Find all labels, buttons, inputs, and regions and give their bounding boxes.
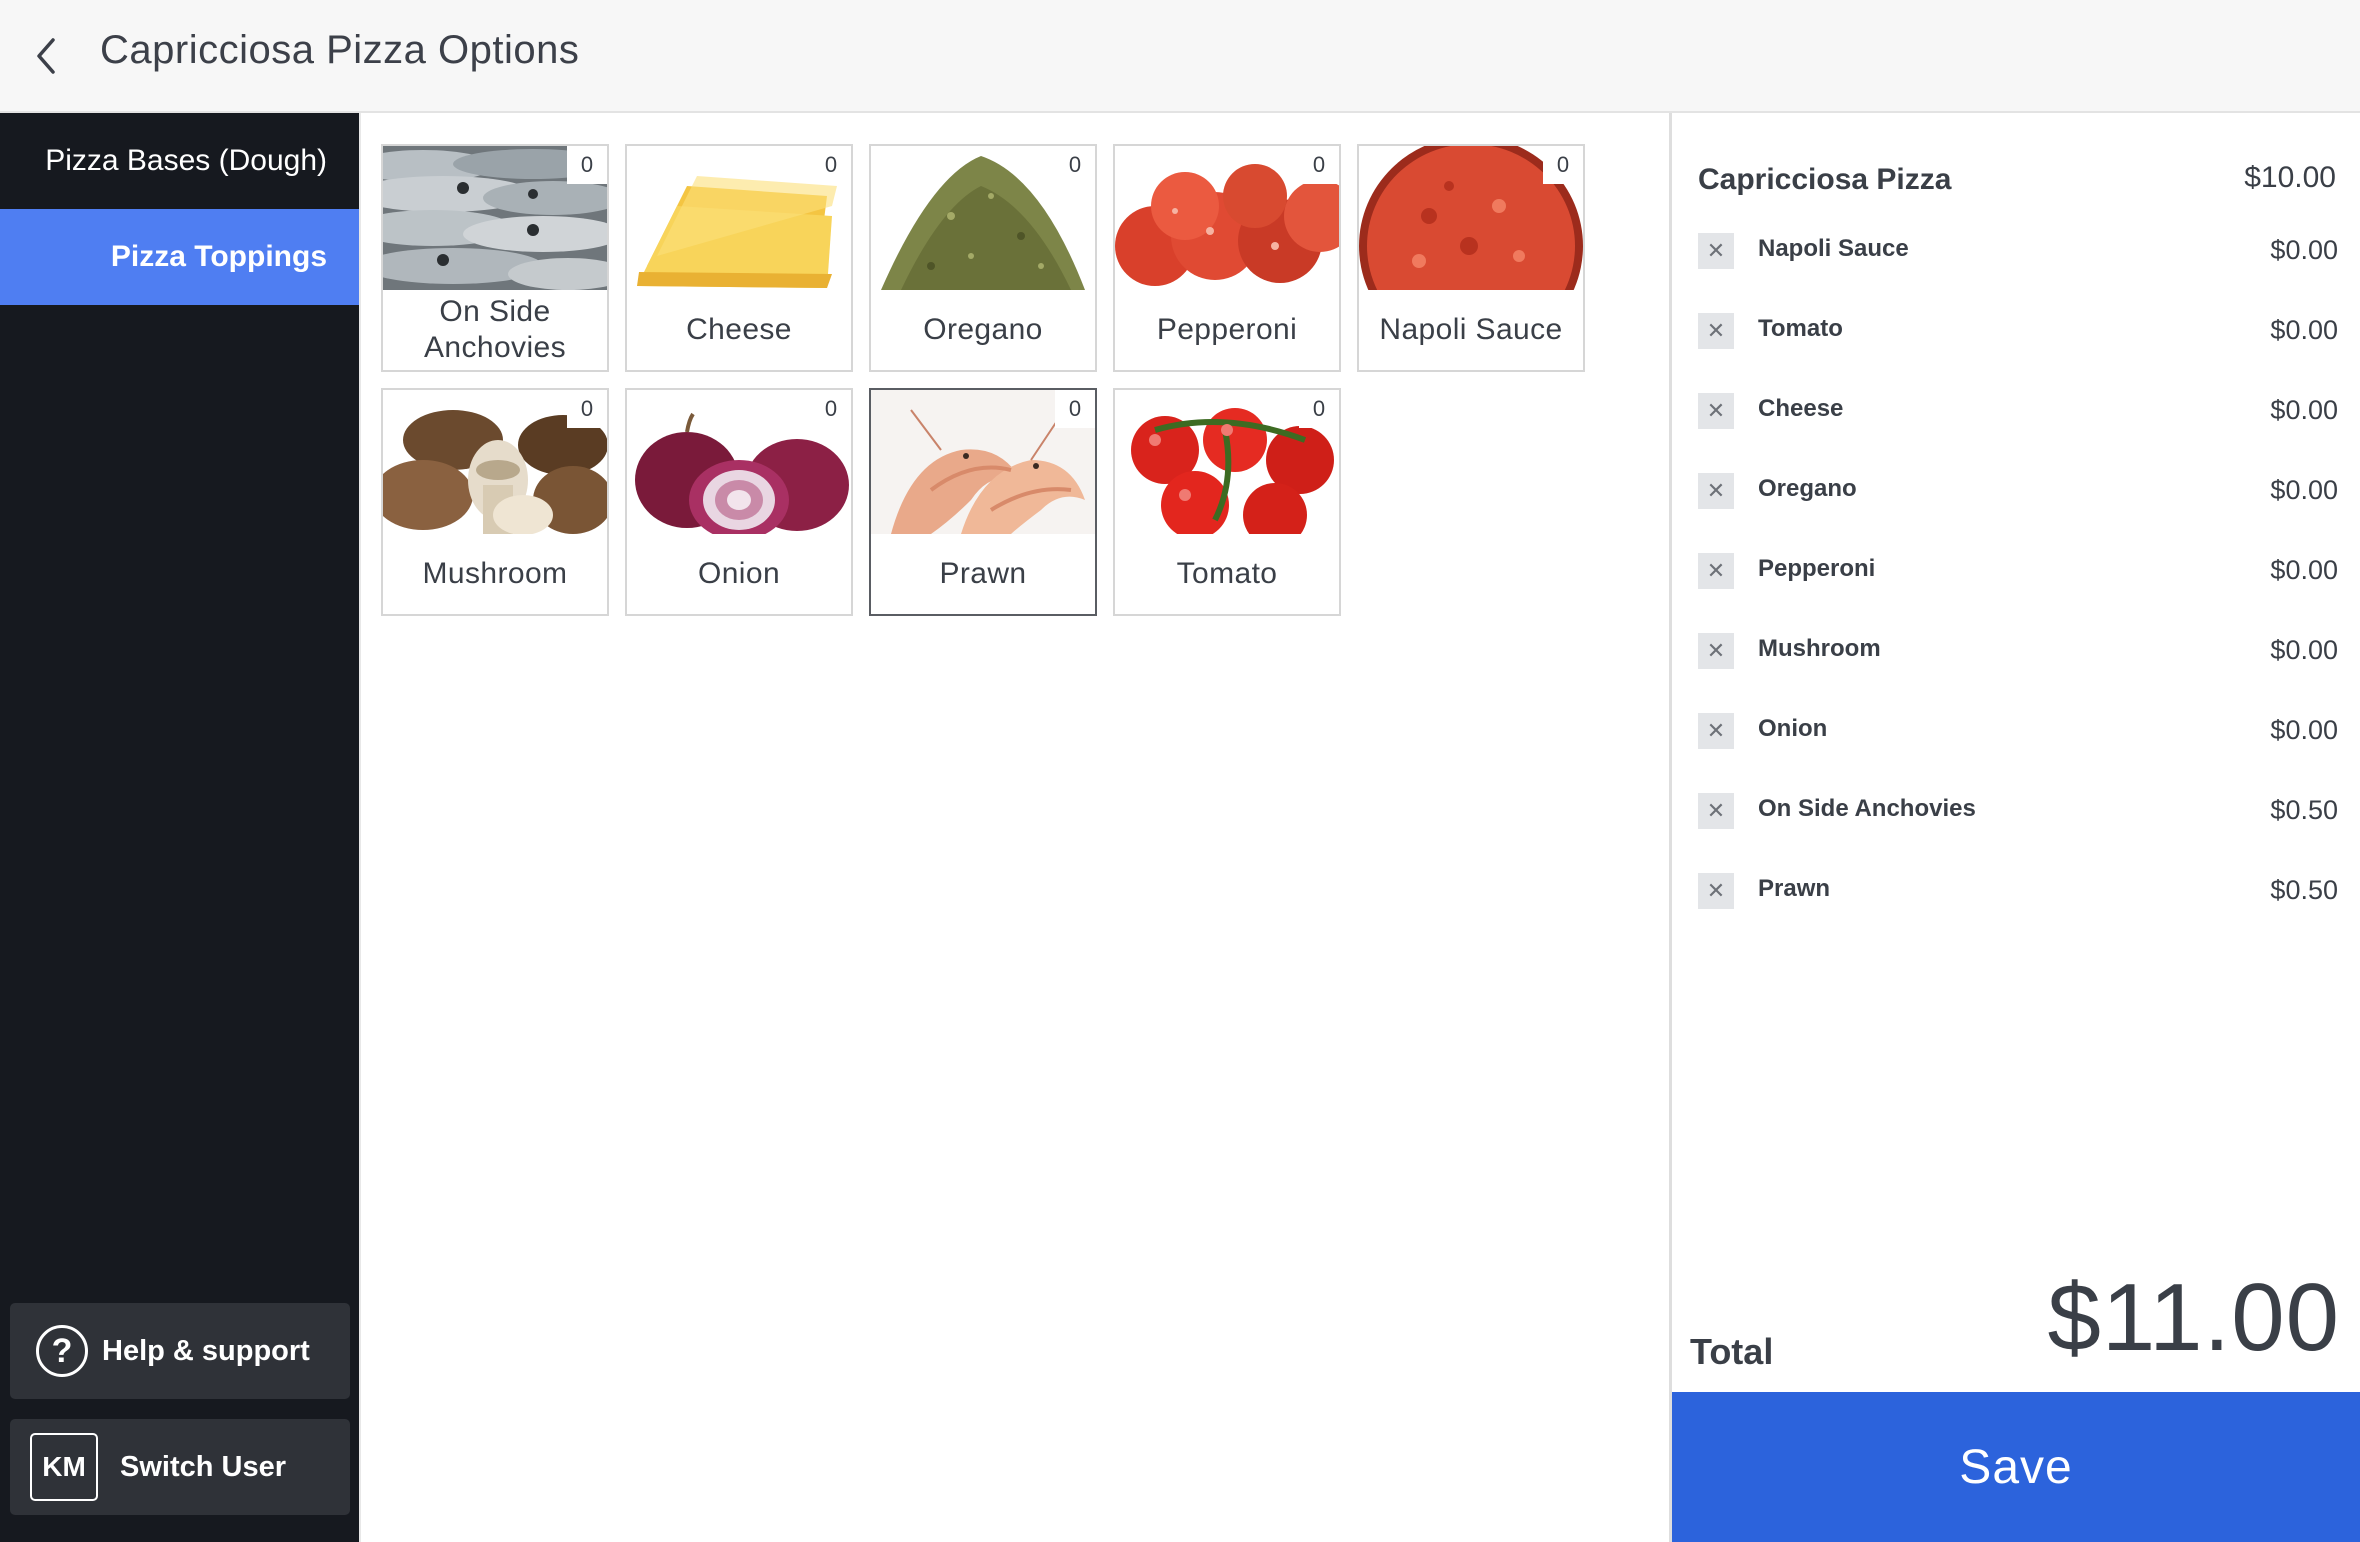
help-label: Help & support: [102, 1334, 310, 1367]
modifier-row: ✕ Napoli Sauce $0.00: [1698, 227, 2338, 277]
close-icon[interactable]: ✕: [1698, 713, 1734, 749]
page-title: Capricciosa Pizza Options: [100, 28, 580, 72]
modifier-name: Oregano: [1758, 475, 1857, 502]
modifier-price: $0.00: [2270, 235, 2338, 265]
modifier-price: $0.50: [2270, 875, 2338, 905]
modifier-row: ✕ Prawn $0.50: [1698, 867, 2338, 917]
modifier-price: $0.50: [2270, 795, 2338, 825]
item-name: Capricciosa Pizza: [1698, 163, 1952, 196]
switch-user-button[interactable]: KM Switch User: [10, 1419, 350, 1515]
category-pizza-bases[interactable]: Pizza Bases (Dough): [0, 113, 359, 209]
modifier-name: Onion: [1758, 715, 1828, 742]
tile-on-side-anchovies[interactable]: 0 On Side Anchovies: [381, 144, 609, 372]
tile-label: Onion: [697, 557, 781, 590]
tile-count-badge: 0: [1543, 146, 1583, 184]
chevron-left-icon: [37, 38, 55, 74]
modifier-name: On Side Anchovies: [1758, 795, 1976, 822]
tile-count-badge: 0: [567, 390, 607, 428]
tile-label: Mushroom: [422, 557, 568, 590]
tile-pepperoni[interactable]: 0 Pepperoni: [1113, 144, 1341, 372]
tile-cheese[interactable]: 0 Cheese: [625, 144, 853, 372]
close-icon[interactable]: ✕: [1698, 393, 1734, 429]
tile-label: Napoli Sauce: [1379, 313, 1563, 346]
save-button[interactable]: Save: [1672, 1392, 2360, 1542]
modifier-name: Tomato: [1758, 315, 1843, 342]
modifier-row: ✕ Oregano $0.00: [1698, 467, 2338, 517]
tile-mushroom[interactable]: 0 Mushroom: [381, 388, 609, 616]
tile-onion[interactable]: 0 Onion: [625, 388, 853, 616]
close-icon[interactable]: ✕: [1698, 473, 1734, 509]
modifier-row: ✕ Tomato $0.00: [1698, 307, 2338, 357]
modifier-name: Prawn: [1758, 875, 1831, 902]
question-mark-icon: ?: [36, 1325, 88, 1377]
modifier-name: Cheese: [1758, 395, 1844, 422]
back-button[interactable]: [16, 26, 76, 86]
tile-label: Pepperoni: [1156, 313, 1298, 346]
tile-count-badge: 0: [1055, 146, 1095, 184]
modifier-row: ✕ Cheese $0.00: [1698, 387, 2338, 437]
tile-napoli-sauce[interactable]: 0 Napoli Sauce: [1357, 144, 1585, 372]
tile-label: Oregano: [923, 313, 1043, 346]
tile-count-badge: 0: [1299, 146, 1339, 184]
tile-tomato[interactable]: 0 Tomato: [1113, 388, 1341, 616]
modifier-name: Napoli Sauce: [1758, 235, 1909, 262]
toppings-grid: 0 On Side Anchovies 0 Cheese 0 Oregano 0…: [359, 113, 1671, 1542]
user-initials-avatar: KM: [30, 1433, 98, 1501]
close-icon[interactable]: ✕: [1698, 873, 1734, 909]
tile-count-badge: 0: [567, 146, 607, 184]
modifier-row: ✕ Mushroom $0.00: [1698, 627, 2338, 677]
top-bar: Capricciosa Pizza Options: [0, 0, 2360, 113]
category-sidebar: Pizza Bases (Dough) Pizza Toppings ? Hel…: [0, 113, 359, 1542]
modifier-name: Pepperoni: [1758, 555, 1876, 582]
tile-count-badge: 0: [1299, 390, 1339, 428]
modifier-price: $0.00: [2270, 555, 2338, 585]
item-price: $10.00: [2244, 161, 2336, 194]
close-icon[interactable]: ✕: [1698, 233, 1734, 269]
close-icon[interactable]: ✕: [1698, 793, 1734, 829]
modifier-name: Mushroom: [1758, 635, 1881, 662]
tile-count-badge: 0: [1055, 390, 1095, 428]
tile-label: On Side Anchovies: [423, 295, 566, 364]
category-pizza-toppings[interactable]: Pizza Toppings: [0, 209, 359, 305]
close-icon[interactable]: ✕: [1698, 553, 1734, 589]
modifier-price: $0.00: [2270, 315, 2338, 345]
tile-count-badge: 0: [811, 390, 851, 428]
modifier-price: $0.00: [2270, 715, 2338, 745]
modifier-row: ✕ Onion $0.00: [1698, 707, 2338, 757]
help-support-button[interactable]: ? Help & support: [10, 1303, 350, 1399]
order-summary-panel: Capricciosa Pizza $10.00 ✕ Napoli Sauce …: [1669, 113, 2360, 1542]
total-value: $11.00: [2047, 1264, 2340, 1371]
close-icon[interactable]: ✕: [1698, 633, 1734, 669]
modifier-row: ✕ On Side Anchovies $0.50: [1698, 787, 2338, 837]
modifier-row: ✕ Pepperoni $0.00: [1698, 547, 2338, 597]
modifier-price: $0.00: [2270, 395, 2338, 425]
modifier-price: $0.00: [2270, 635, 2338, 665]
modifier-price: $0.00: [2270, 475, 2338, 505]
total-label: Total: [1690, 1331, 1774, 1372]
tile-label: Tomato: [1176, 557, 1278, 590]
category-label: Pizza Toppings: [110, 240, 327, 273]
tile-oregano[interactable]: 0 Oregano: [869, 144, 1097, 372]
switch-user-label: Switch User: [120, 1450, 286, 1483]
tile-label: Cheese: [686, 313, 792, 346]
close-icon[interactable]: ✕: [1698, 313, 1734, 349]
category-label: Pizza Bases (Dough): [45, 144, 327, 177]
tile-label: Prawn: [939, 557, 1027, 590]
tile-count-badge: 0: [811, 146, 851, 184]
tile-prawn[interactable]: 0 Prawn: [869, 388, 1097, 616]
